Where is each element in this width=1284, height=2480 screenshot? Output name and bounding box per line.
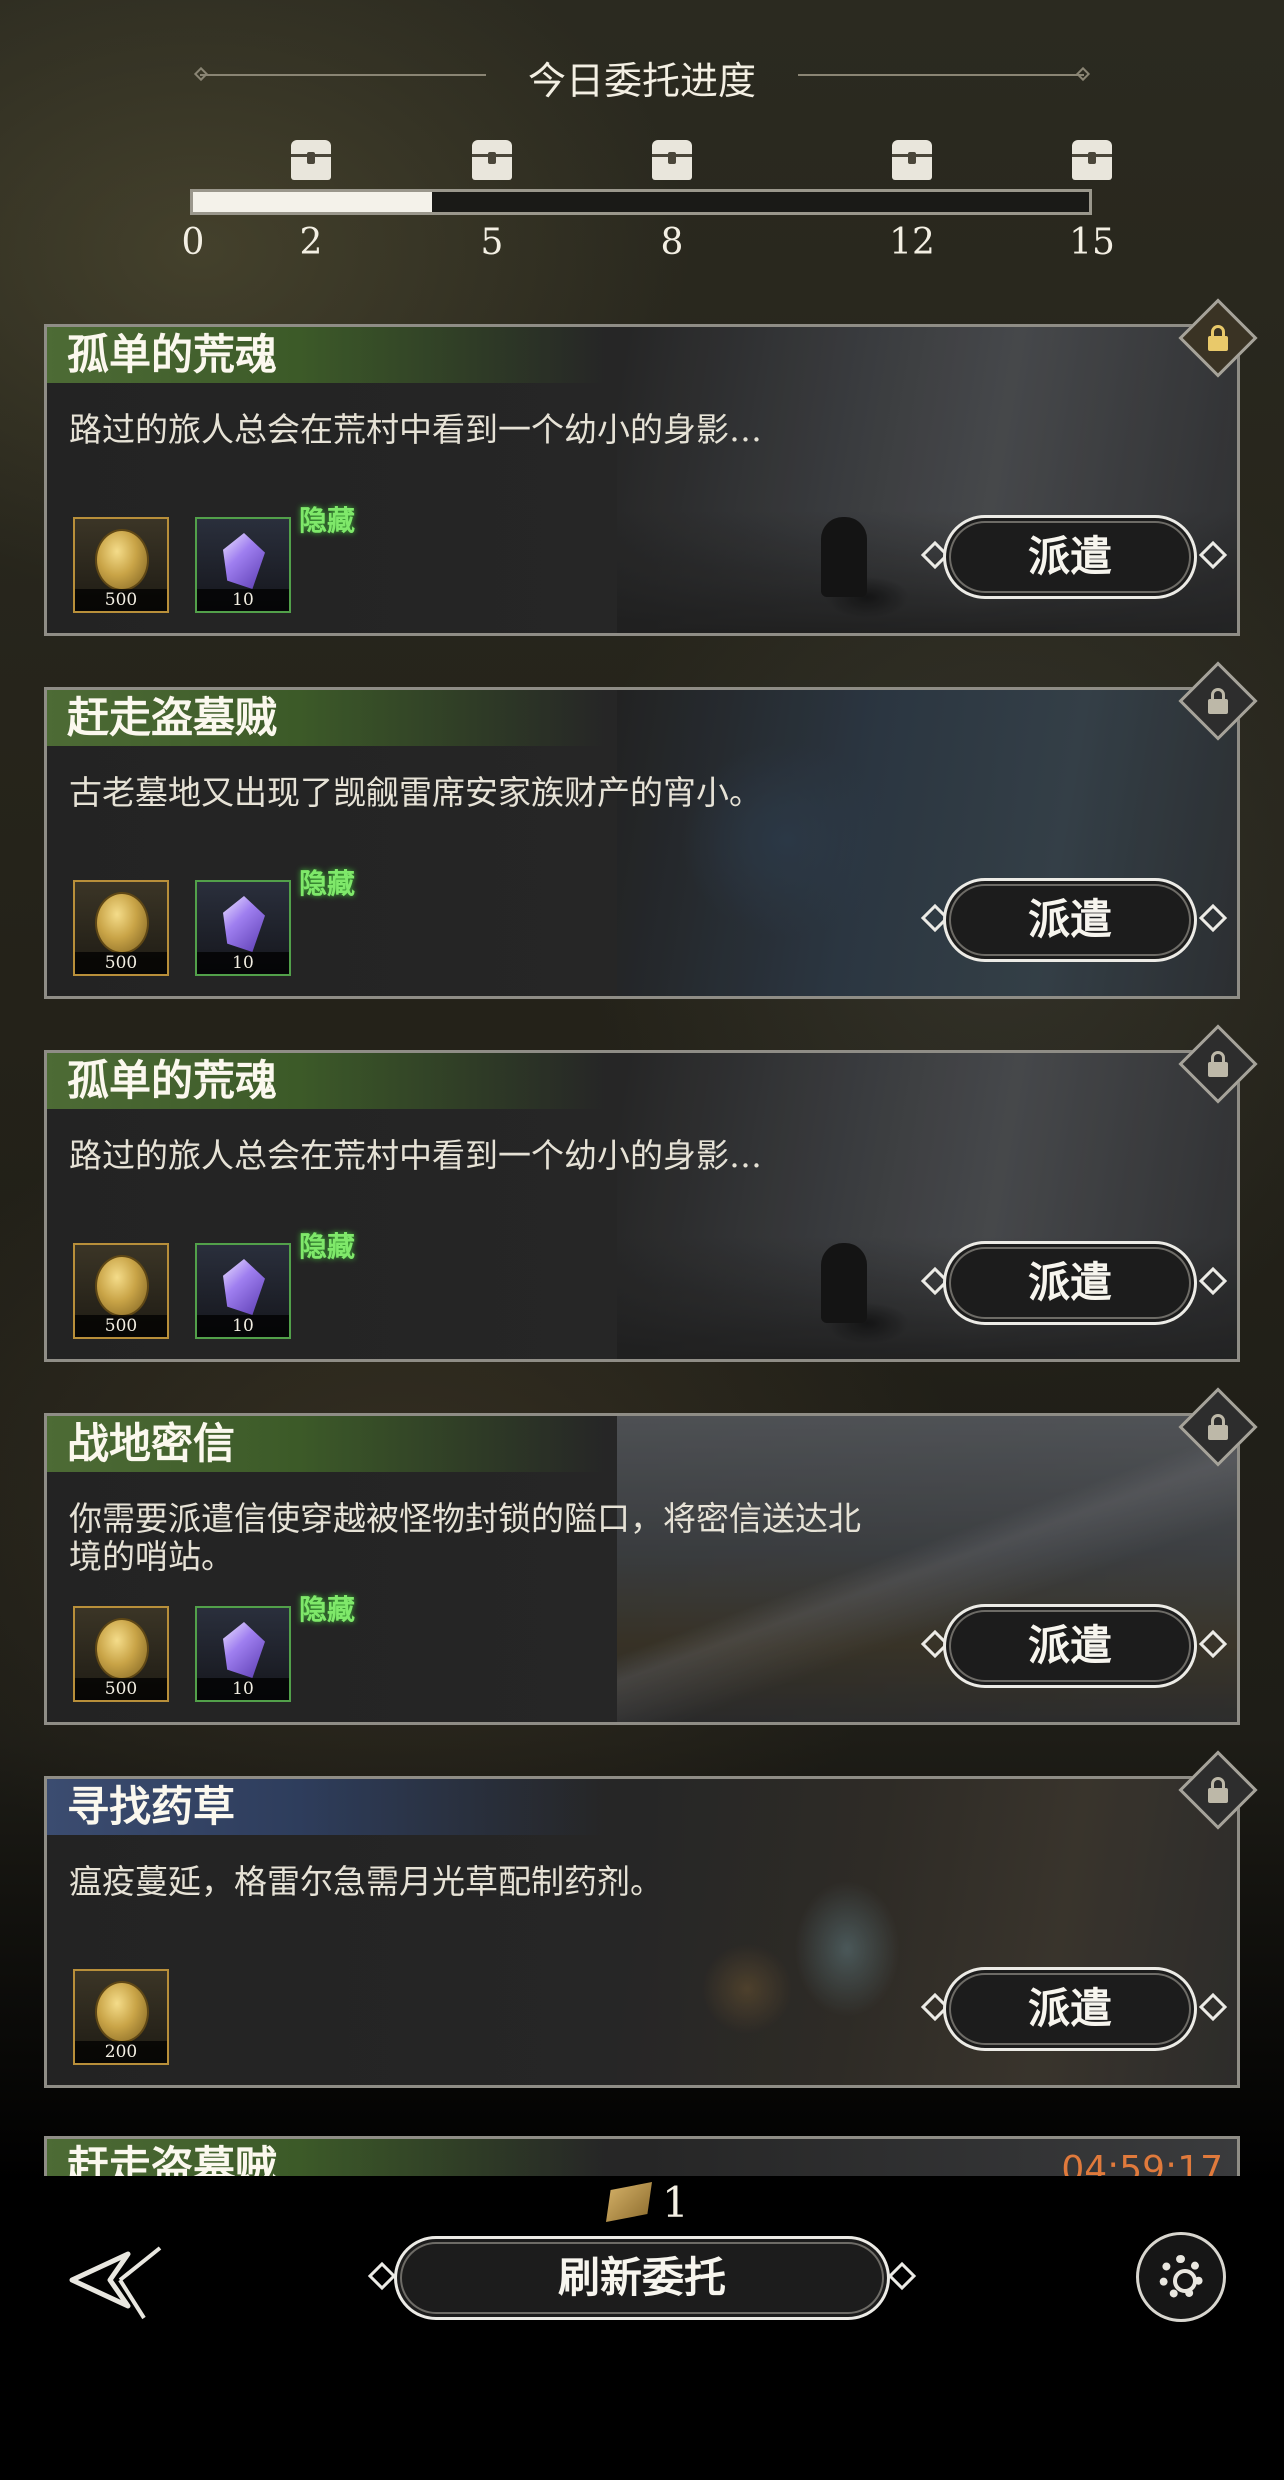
reward-item[interactable]: 500 <box>73 517 169 613</box>
progress-tick-start: 0 <box>181 222 205 263</box>
daily-progress-bar <box>190 189 1092 215</box>
quest-card[interactable]: 赶走盗墓贼古老墓地又出现了觊觎雷席安家族财产的宵小。 500 10 隐藏 派遣 <box>44 687 1240 999</box>
chest-icon[interactable] <box>472 140 512 180</box>
reward-quantity: 10 <box>197 589 289 611</box>
reward-quantity: 10 <box>197 952 289 974</box>
ticket-count: 1 <box>662 2178 689 2227</box>
reward-quantity: 500 <box>75 1315 167 1337</box>
reward-item[interactable]: 10 <box>195 880 291 976</box>
daily-progress-fill <box>193 192 432 212</box>
reward-item[interactable]: 200 <box>73 1969 169 2065</box>
header-line-right <box>798 74 1084 76</box>
dispatch-button[interactable]: 派遣 <box>943 1967 1197 2051</box>
reward-quantity: 500 <box>75 589 167 611</box>
purple-crystal-icon <box>223 1259 265 1315</box>
quest-description: 古老墓地又出现了觊觎雷席安家族财产的宵小。 <box>69 773 762 812</box>
quest-card[interactable]: 孤单的荒魂路过的旅人总会在荒村中看到一个幼小的身影… 500 10 隐藏 派遣 <box>44 1050 1240 1362</box>
quest-card[interactable]: 寻找药草瘟疫蔓延，格雷尔急需月光草配制药剂。 200 派遣 <box>44 1776 1240 2088</box>
reward-item[interactable]: 10 <box>195 1606 291 1702</box>
gold-coin-icon <box>95 892 149 954</box>
settings-button[interactable] <box>1136 2232 1226 2322</box>
quest-title: 寻找药草 <box>47 1779 607 1835</box>
dispatch-button[interactable]: 派遣 <box>943 1241 1197 1325</box>
progress-tick-label: 5 <box>480 222 504 263</box>
purple-crystal-icon <box>223 533 265 589</box>
back-button[interactable] <box>66 2240 166 2320</box>
quest-card[interactable]: 战地密信你需要派遣信使穿越被怪物封锁的隘口，将密信送达北境的哨站。 500 10 隐藏… <box>44 1413 1240 1725</box>
progress-tick-label: 15 <box>1069 222 1115 263</box>
reward-quantity: 500 <box>75 1678 167 1700</box>
dispatch-button[interactable]: 派遣 <box>943 878 1197 962</box>
purple-crystal-icon <box>223 1622 265 1678</box>
hidden-reward-tag: 隐藏 <box>299 1230 356 1263</box>
gold-coin-icon <box>95 529 149 591</box>
dispatch-button[interactable]: 派遣 <box>943 515 1197 599</box>
purple-crystal-icon <box>223 896 265 952</box>
reward-quantity: 500 <box>75 952 167 974</box>
quest-title: 赶走盗墓贼 <box>47 690 607 746</box>
reward-quantity: 200 <box>75 2041 167 2063</box>
quest-title: 孤单的荒魂 <box>47 327 607 383</box>
quest-card[interactable]: 孤单的荒魂路过的旅人总会在荒村中看到一个幼小的身影… 500 10 隐藏 派遣 <box>44 324 1240 636</box>
reward-item[interactable]: 10 <box>195 517 291 613</box>
chest-icon[interactable] <box>291 140 331 180</box>
chest-icon[interactable] <box>892 140 932 180</box>
hidden-reward-tag: 隐藏 <box>299 1593 356 1626</box>
hooded-figure <box>821 1243 867 1323</box>
quest-description: 瘟疫蔓延，格雷尔急需月光草配制药剂。 <box>69 1862 663 1901</box>
refresh-quests-button[interactable]: 刷新委托 <box>394 2236 890 2320</box>
reward-item[interactable]: 500 <box>73 1606 169 1702</box>
chest-icon[interactable] <box>1072 140 1112 180</box>
reward-quantity: 10 <box>197 1678 289 1700</box>
quest-description: 路过的旅人总会在荒村中看到一个幼小的身影… <box>69 1136 762 1175</box>
quest-description: 路过的旅人总会在荒村中看到一个幼小的身影… <box>69 410 762 449</box>
quest-description: 你需要派遣信使穿越被怪物封锁的隘口，将密信送达北境的哨站。 <box>69 1499 861 1576</box>
reward-item[interactable]: 500 <box>73 1243 169 1339</box>
quest-title: 战地密信 <box>47 1416 607 1472</box>
back-arrow-icon <box>69 2246 162 2320</box>
gold-coin-icon <box>95 1981 149 2043</box>
reward-item[interactable]: 500 <box>73 880 169 976</box>
page-title: 今日委托进度 <box>527 59 756 103</box>
reward-item[interactable]: 10 <box>195 1243 291 1339</box>
progress-tick-label: 12 <box>889 222 935 263</box>
progress-tick-label: 8 <box>660 222 684 263</box>
gold-coin-icon <box>95 1255 149 1317</box>
hidden-reward-tag: 隐藏 <box>299 867 356 900</box>
hidden-reward-tag: 隐藏 <box>299 504 356 537</box>
bottom-bar <box>0 2176 1284 2480</box>
quest-title: 孤单的荒魂 <box>47 1053 607 1109</box>
hooded-figure <box>821 517 867 597</box>
gold-coin-icon <box>95 1618 149 1680</box>
chest-icon[interactable] <box>652 140 692 180</box>
gear-icon <box>1159 2255 1203 2299</box>
dispatch-button[interactable]: 派遣 <box>943 1604 1197 1688</box>
reward-quantity: 10 <box>197 1315 289 1337</box>
progress-tick-label: 2 <box>299 222 323 263</box>
